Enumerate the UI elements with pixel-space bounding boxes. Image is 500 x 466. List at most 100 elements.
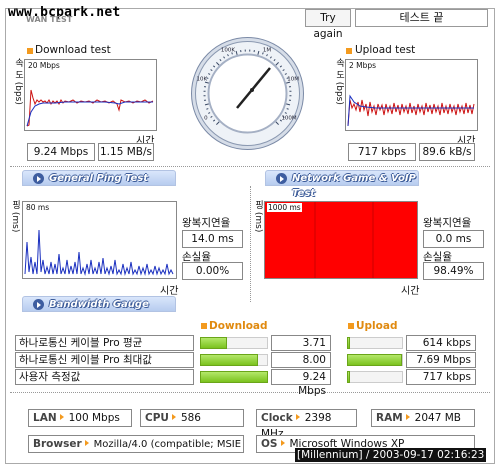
upload-graph xyxy=(347,94,475,127)
download-bullet-icon xyxy=(27,48,33,54)
download-bar xyxy=(200,352,268,368)
tab-label: Bandwidth Gauge xyxy=(49,299,149,310)
game-loss-value: 98.49% xyxy=(423,262,484,280)
gauge-label: 0 xyxy=(204,116,208,122)
ram-field: RAM 2047 MB xyxy=(371,409,475,427)
arrow-right-icon xyxy=(33,173,44,184)
bar-track xyxy=(347,371,403,383)
upload-series-red xyxy=(347,99,475,127)
ram-label: RAM xyxy=(376,412,403,424)
game-xlabel: 시간 xyxy=(401,286,420,297)
download-bullet-icon xyxy=(201,323,207,329)
browser-field: Browser Mozilla/4.0 (compatible; MSIE 6.0 xyxy=(28,435,244,453)
cpu-field: CPU 586 xyxy=(140,409,244,427)
cpu-label: CPU xyxy=(145,412,169,424)
arrow-right-icon xyxy=(171,414,176,420)
download-value: 9.24 Mbps xyxy=(271,369,331,397)
upload-bar-fill xyxy=(347,337,350,349)
arrow-right-icon xyxy=(33,299,44,310)
divider xyxy=(10,392,490,393)
upload-bar-fill xyxy=(347,371,351,383)
ping-graph xyxy=(24,229,174,276)
upload-value: 614 kbps xyxy=(406,335,476,351)
download-bar-fill xyxy=(200,371,268,383)
gauge-dial: 0 10K 100K 1M 10M 100M xyxy=(191,37,304,150)
upload-scale: 2 Mbps xyxy=(349,61,377,70)
download-chart: 20 Mbps xyxy=(24,59,157,131)
upload-title: Upload test xyxy=(355,44,416,56)
bandwidth-row-label: 사용자 측정값 xyxy=(15,369,194,385)
bandwidth-row-label: 하나로통신 케이블 Pro 최대값 xyxy=(15,352,194,368)
bandwidth-upload-header: Upload xyxy=(356,320,398,332)
try-again-button[interactable]: Try again xyxy=(305,9,351,40)
upload-ylabel: 속 도 (bps) xyxy=(334,58,344,105)
ping-series xyxy=(24,229,174,276)
upload-speed: 717 kbps xyxy=(348,143,416,161)
divider xyxy=(250,186,251,302)
lan-value: 100 Mbps xyxy=(68,412,120,424)
download-scale: 20 Mbps xyxy=(28,61,60,70)
game-rtt-label: 왕복지연율 xyxy=(423,217,472,229)
browser-value: Mozilla/4.0 (compatible; MSIE 6.0 xyxy=(93,439,244,450)
bandwidth-row-label: 하나로통신 케이블 Pro 평균 xyxy=(15,335,194,351)
ping-xlabel: 시간 xyxy=(160,286,179,297)
timestamp-stamp: [Millennium] / 2003-09-17 02:16:23 xyxy=(295,448,487,462)
arrow-right-icon xyxy=(276,173,287,184)
upload-bullet-icon xyxy=(348,323,354,329)
tab-bandwidth-gauge[interactable]: Bandwidth Gauge xyxy=(22,296,176,312)
upload-bar xyxy=(347,369,403,385)
ping-loss-value: 0.00% xyxy=(182,262,243,280)
browser-label: Browser xyxy=(33,438,82,450)
game-chart: 1000 ms xyxy=(264,201,418,279)
ping-rtt-value: 14.0 ms xyxy=(182,230,243,248)
upload-bullet-icon xyxy=(346,48,352,54)
download-title: Download test xyxy=(35,44,111,56)
speed-gauge: 0 10K 100K 1M 10M 100M xyxy=(190,36,305,151)
ping-scale: 80 ms xyxy=(26,203,50,212)
arrow-right-icon xyxy=(280,440,285,446)
gauge-label: 100M xyxy=(281,116,296,122)
upload-bar xyxy=(347,335,403,351)
ping-chart: 80 ms xyxy=(22,201,177,279)
gauge-label: 10M xyxy=(287,77,299,83)
download-bar xyxy=(200,369,268,385)
download-value: 3.71 Mbps xyxy=(271,335,331,363)
upload-value: 7.69 Mbps xyxy=(406,352,476,368)
tab-network-game[interactable]: Network Game & VoIP Test xyxy=(265,170,419,199)
download-series-blue xyxy=(26,101,153,127)
divider xyxy=(10,166,490,167)
download-value: 8.00 Mbps xyxy=(271,352,331,380)
arrow-right-icon xyxy=(84,440,89,446)
gauge-label: 100K xyxy=(221,48,235,54)
upload-speed-bytes: 89.6 kB/s xyxy=(419,143,475,161)
download-speed-bytes: 1.15 MB/s xyxy=(98,143,154,161)
game-graph xyxy=(265,202,417,278)
status-field: 테스트 끝 xyxy=(355,9,488,27)
gauge-label: 10K xyxy=(197,77,208,83)
upload-chart: 2 Mbps xyxy=(345,59,478,131)
bandwidth-download-header: Download xyxy=(209,320,268,332)
upload-bar-fill xyxy=(347,354,402,366)
clock-field: Clock 2398 MHz xyxy=(256,409,357,440)
game-rtt-value: 0.0 ms xyxy=(423,230,484,248)
upload-value: 717 kbps xyxy=(406,369,476,385)
gauge-tick xyxy=(286,108,289,110)
ping-ylabel: 핑 (ms) xyxy=(10,200,20,233)
lan-field: LAN 100 Mbps xyxy=(28,409,132,427)
gauge-label: 1M xyxy=(263,48,271,54)
download-series-red xyxy=(26,89,154,127)
os-label: OS xyxy=(261,438,278,450)
download-bar-fill xyxy=(200,354,259,366)
tab-general-ping[interactable]: General Ping Test xyxy=(22,170,176,186)
download-ylabel: 속 도 (bps) xyxy=(13,58,23,105)
game-scale: 1000 ms xyxy=(267,203,302,212)
clock-label: Clock xyxy=(261,412,293,424)
page-title: WAN TEST xyxy=(26,15,73,24)
lan-label: LAN xyxy=(33,412,57,424)
ping-rtt-label: 왕복지연율 xyxy=(182,217,231,229)
ram-value: 2047 MB xyxy=(414,412,461,424)
download-graph xyxy=(26,89,154,127)
arrow-right-icon xyxy=(295,414,300,420)
upload-bar xyxy=(347,352,403,368)
arrow-right-icon xyxy=(59,414,64,420)
